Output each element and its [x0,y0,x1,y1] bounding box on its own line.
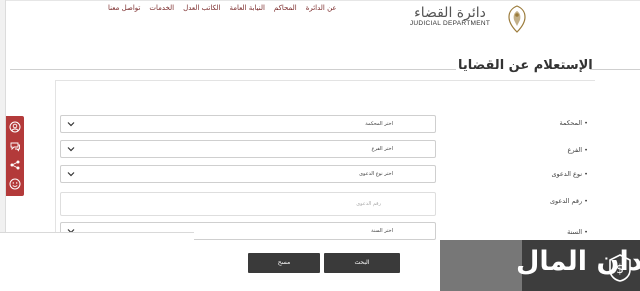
overlay-panel [0,232,194,291]
user-icon[interactable] [9,121,21,133]
svg-text:$: $ [616,262,624,276]
main-nav: عن الدائرة المحاكم النيابة العامة الكاتب… [108,4,337,12]
case-number-placeholder: رقم الدعوى [356,201,381,207]
case-number-input[interactable]: رقم الدعوى [60,192,436,216]
chat-icon[interactable] [9,140,21,152]
falcon-emblem-icon [508,5,526,33]
year-select-value: اختر السنة [371,228,393,234]
court-label: • المحكمة [559,119,588,127]
nav-item-about[interactable]: عن الدائرة [306,4,337,12]
branch-select[interactable]: اختر الفرع [60,140,436,158]
clear-button[interactable]: مسح [248,253,320,273]
share-icon[interactable] [9,159,21,171]
watermark-photo [440,240,522,291]
social-share-bar [6,116,24,196]
page-title: الإستعلام عن القضايا [458,58,593,73]
year-label: • السنة [567,228,588,236]
nav-item-courts[interactable]: المحاكم [274,4,297,12]
chevron-down-icon [67,122,75,127]
branch-label: • الفرع [567,146,588,154]
watermark-logo-icon: $ [609,254,631,282]
nav-item-contact[interactable]: تواصل معنا [108,4,140,12]
nav-item-services[interactable]: الخدمات [149,4,174,12]
site-logo[interactable]: دائرة القضاء JUDICIAL DEPARTMENT [404,6,496,27]
title-rule-left [10,69,456,70]
emoji-icon[interactable] [9,178,21,190]
case-type-select-value: اختر نوع الدعوى [359,171,393,177]
case-type-label: • نوع الدعوى [551,170,588,178]
branch-select-value: اختر الفرع [371,146,393,152]
case-type-select[interactable]: اختر نوع الدعوى [60,165,436,183]
nav-item-notary[interactable]: الكاتب العدل [183,4,220,12]
court-select-value: اختر المحكمة [365,121,393,127]
title-rule-right [590,69,640,70]
logo-english-text: JUDICIAL DEPARTMENT [409,20,491,27]
case-number-label: • رقم الدعوى [549,197,588,205]
nav-item-public-prosecution[interactable]: النيابة العامة [229,4,264,12]
header-divider [0,0,640,1]
court-select[interactable]: اختر المحكمة [60,115,436,133]
chevron-down-icon [67,172,75,177]
chevron-down-icon [67,147,75,152]
logo-arabic-text: دائرة القضاء [414,5,486,21]
search-button[interactable]: البحث [324,253,400,273]
